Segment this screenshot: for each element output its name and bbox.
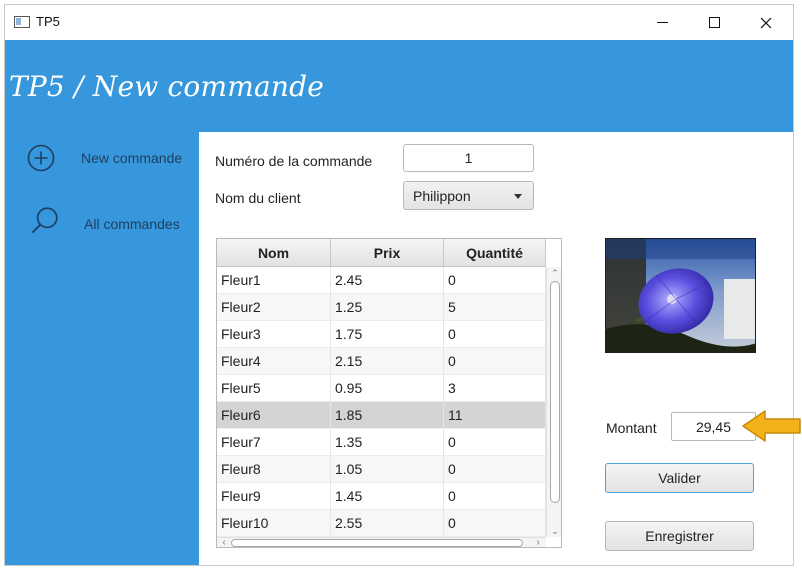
table-row[interactable]: Fleur8 1.05 0: [217, 456, 546, 483]
table-cell: 1.25: [331, 294, 444, 321]
table-cell: 0: [444, 483, 546, 510]
sidebar-item-all-commandes[interactable]: All commandes: [5, 207, 199, 248]
table-cell: 2.45: [331, 267, 444, 294]
vertical-scrollbar[interactable]: ⌃ ⌄: [546, 267, 561, 537]
table-cell: 0: [444, 267, 546, 294]
table-cell: 5: [444, 294, 546, 321]
client-label: Nom du client: [215, 190, 301, 206]
table-row[interactable]: Fleur6 1.85 11: [217, 402, 546, 429]
flower-image: [605, 238, 756, 353]
table-cell: 3: [444, 375, 546, 402]
table-row[interactable]: Fleur7 1.35 0: [217, 429, 546, 456]
table-cell: Fleur4: [217, 348, 331, 375]
scroll-thumb-horizontal[interactable]: [231, 539, 523, 547]
table-cell: Fleur6: [217, 402, 331, 429]
sidebar-item-label: All commandes: [84, 216, 180, 232]
scroll-left-icon[interactable]: ‹: [219, 538, 229, 548]
table-header: Nom Prix Quantité: [217, 239, 546, 267]
numero-field[interactable]: [403, 144, 534, 172]
fleurs-table: Nom Prix Quantité Fleur1 2.45 0 Fleur2 1.25 5…: [216, 238, 562, 548]
table-cell: Fleur9: [217, 483, 331, 510]
table-body: Fleur1 2.45 0 Fleur2 1.25 5 Fleur3 1.75 0 Fleur4 2…: [217, 267, 546, 537]
column-header-nom[interactable]: Nom: [217, 239, 331, 267]
table-cell: Fleur1: [217, 267, 331, 294]
flower-picture: [606, 239, 755, 352]
numero-label: Numéro de la commande: [215, 153, 373, 169]
maximize-button[interactable]: [691, 5, 737, 40]
table-cell: Fleur3: [217, 321, 331, 348]
plus-circle-icon: [27, 144, 55, 172]
table-cell: Fleur10: [217, 510, 331, 537]
client-select-value: Philippon: [413, 188, 471, 204]
search-icon: [31, 207, 58, 234]
sidebar: New commande All commandes: [5, 132, 199, 565]
table-cell: 0: [444, 510, 546, 537]
app-icon: [14, 16, 30, 28]
client-select[interactable]: Philippon: [403, 181, 534, 210]
scroll-up-icon[interactable]: ⌃: [551, 269, 559, 278]
table-cell: Fleur7: [217, 429, 331, 456]
scroll-thumb[interactable]: [550, 281, 560, 503]
scroll-down-icon[interactable]: ⌄: [551, 527, 559, 536]
montant-label: Montant: [606, 420, 657, 436]
main-content: Numéro de la commande Nom du client Phil…: [199, 132, 781, 565]
table-cell: 0: [444, 321, 546, 348]
table-cell: 0.95: [331, 375, 444, 402]
table-cell: Fleur8: [217, 456, 331, 483]
sidebar-item-label: New commande: [81, 150, 183, 166]
table-row[interactable]: Fleur5 0.95 3: [217, 375, 546, 402]
table-cell: 0: [444, 429, 546, 456]
column-header-quantite[interactable]: Quantité: [444, 239, 546, 267]
table-cell: 1.05: [331, 456, 444, 483]
table-cell: 1.75: [331, 321, 444, 348]
table-cell: 1.85: [331, 402, 444, 429]
close-icon: [760, 17, 772, 28]
table-row[interactable]: Fleur10 2.55 0: [217, 510, 546, 537]
arrow-left-icon: [742, 410, 801, 442]
app-header: TP5 / New commande: [5, 40, 793, 132]
table-cell: Fleur2: [217, 294, 331, 321]
table-cell: 2.15: [331, 348, 444, 375]
horizontal-scrollbar[interactable]: ‹ ›: [217, 537, 546, 548]
page-title: TP5 / New commande: [9, 70, 324, 103]
table-cell: 2.55: [331, 510, 444, 537]
column-header-prix[interactable]: Prix: [331, 239, 444, 267]
scroll-right-icon[interactable]: ›: [533, 538, 543, 548]
sidebar-item-new-commande[interactable]: New commande: [5, 142, 199, 182]
valider-button[interactable]: Valider: [605, 463, 754, 493]
table-row[interactable]: Fleur3 1.75 0: [217, 321, 546, 348]
table-cell: 0: [444, 348, 546, 375]
table-row[interactable]: Fleur4 2.15 0: [217, 348, 546, 375]
maximize-icon: [708, 17, 720, 28]
app-window: TP5 TP5 / New commande New commande All …: [4, 4, 794, 566]
chevron-down-icon: [514, 194, 522, 199]
table-cell: 1.35: [331, 429, 444, 456]
minimize-button[interactable]: [639, 5, 685, 40]
table-row[interactable]: Fleur2 1.25 5: [217, 294, 546, 321]
close-button[interactable]: [743, 5, 789, 40]
table-row[interactable]: Fleur1 2.45 0: [217, 267, 546, 294]
table-cell: 11: [444, 402, 546, 429]
table-cell: Fleur5: [217, 375, 331, 402]
window-title: TP5: [36, 14, 60, 29]
table-cell: 0: [444, 456, 546, 483]
table-cell: 1.45: [331, 483, 444, 510]
enregistrer-button[interactable]: Enregistrer: [605, 521, 754, 551]
table-row[interactable]: Fleur9 1.45 0: [217, 483, 546, 510]
minimize-icon: [656, 22, 668, 23]
title-bar: TP5: [5, 5, 793, 40]
